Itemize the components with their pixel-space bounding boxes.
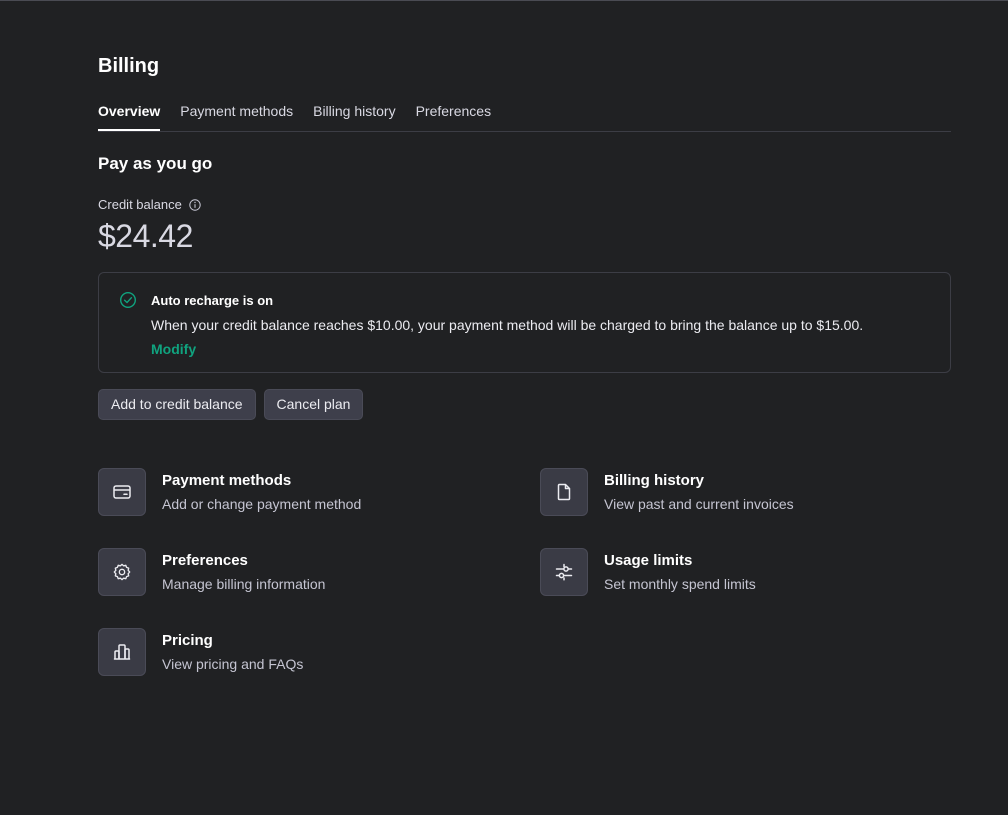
page-title: Billing bbox=[98, 55, 160, 77]
card-text: Payment methods Add or change payment me… bbox=[162, 468, 361, 516]
card-icon-container bbox=[540, 548, 588, 596]
credit-balance-label: Credit balance bbox=[98, 197, 182, 212]
card-subtitle: Set monthly spend limits bbox=[604, 576, 756, 592]
card-subtitle: Add or change payment method bbox=[162, 496, 362, 512]
card-billing-history[interactable]: Billing history View past and current in… bbox=[540, 468, 794, 516]
tab-overview[interactable]: Overview bbox=[98, 100, 161, 131]
credit-balance-label-row: Credit balance bbox=[98, 197, 201, 212]
card-text: Billing history View past and current in… bbox=[604, 468, 794, 516]
cancel-plan-button[interactable]: Cancel plan bbox=[263, 389, 364, 420]
document-icon bbox=[554, 482, 574, 502]
tab-payment-methods[interactable]: Payment methods bbox=[180, 100, 293, 130]
credit-card-icon bbox=[112, 482, 132, 502]
window-top-border bbox=[0, 0, 1008, 1]
card-text: Pricing View pricing and FAQs bbox=[162, 628, 303, 676]
billing-tabs: Overview Payment methods Billing history… bbox=[98, 100, 951, 132]
auto-recharge-description: When your credit balance reaches $10.00,… bbox=[151, 317, 864, 333]
info-circle-icon[interactable] bbox=[189, 198, 201, 211]
card-text: Preferences Manage billing information bbox=[162, 548, 325, 596]
card-preferences[interactable]: Preferences Manage billing information bbox=[98, 548, 325, 596]
card-subtitle: View past and current invoices bbox=[604, 496, 794, 512]
plan-actions: Add to credit balance Cancel plan bbox=[98, 389, 371, 420]
card-icon-container bbox=[98, 548, 146, 596]
card-title: Payment methods bbox=[162, 472, 292, 489]
card-pricing[interactable]: Pricing View pricing and FAQs bbox=[98, 628, 303, 676]
tab-preferences[interactable]: Preferences bbox=[416, 100, 491, 130]
gear-icon bbox=[112, 562, 132, 582]
auto-recharge-title: Auto recharge is on bbox=[151, 293, 274, 308]
card-title: Billing history bbox=[604, 472, 705, 489]
tab-billing-history[interactable]: Billing history bbox=[313, 100, 395, 130]
card-usage-limits[interactable]: Usage limits Set monthly spend limits bbox=[540, 548, 756, 596]
auto-recharge-notice: Auto recharge is on When your credit bal… bbox=[98, 272, 951, 373]
card-subtitle: Manage billing information bbox=[162, 576, 326, 592]
credit-balance-value: $24.42 bbox=[98, 218, 193, 254]
card-text: Usage limits Set monthly spend limits bbox=[604, 548, 756, 596]
sliders-icon bbox=[554, 562, 574, 582]
check-circle-icon bbox=[119, 291, 137, 309]
card-title: Preferences bbox=[162, 552, 248, 569]
bar-chart-icon bbox=[112, 642, 132, 662]
card-payment-methods[interactable]: Payment methods Add or change payment me… bbox=[98, 468, 361, 516]
card-subtitle: View pricing and FAQs bbox=[162, 656, 304, 672]
add-to-credit-balance-button[interactable]: Add to credit balance bbox=[98, 389, 256, 420]
card-icon-container bbox=[540, 468, 588, 516]
modify-recharge-link[interactable]: Modify bbox=[151, 341, 196, 357]
card-icon-container bbox=[98, 468, 146, 516]
card-icon-container bbox=[98, 628, 146, 676]
card-title: Pricing bbox=[162, 632, 213, 649]
plan-title: Pay as you go bbox=[98, 154, 213, 173]
card-title: Usage limits bbox=[604, 552, 693, 569]
